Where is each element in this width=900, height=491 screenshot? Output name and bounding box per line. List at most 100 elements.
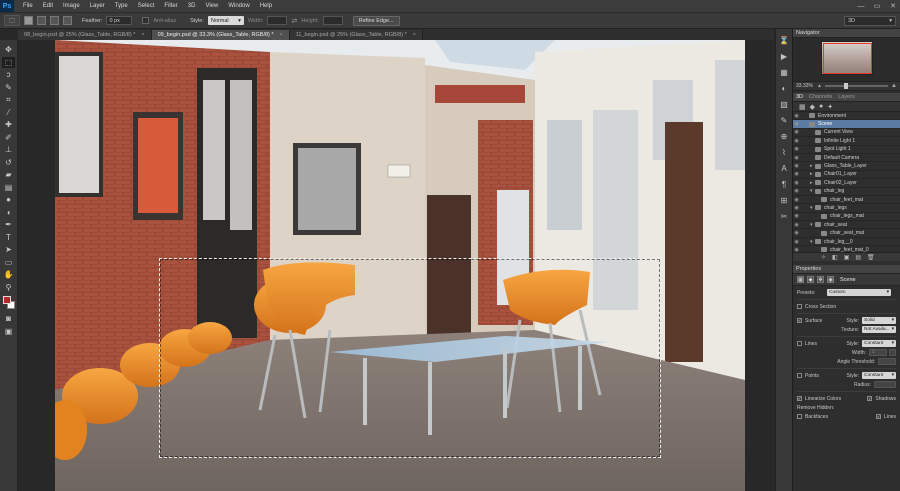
cross-section-checkbox[interactable] — [797, 304, 802, 309]
visibility-eye-icon[interactable]: ◉ — [793, 230, 800, 236]
add-selection-button[interactable] — [37, 16, 46, 25]
visibility-eye-icon[interactable]: ◉ — [793, 197, 800, 203]
history-brush-tool-icon[interactable]: ↺ — [2, 157, 15, 168]
crop-tool-icon[interactable]: ⌗ — [2, 94, 15, 105]
workspace-select[interactable]: 3D ▾ — [844, 16, 896, 26]
close-button[interactable]: ✕ — [888, 2, 898, 10]
scene-row[interactable]: ◉ ▾ chair_leg__0 — [793, 238, 900, 247]
lines-checkbox[interactable] — [797, 341, 802, 346]
scene-row[interactable]: ◉ Spot Light 1 — [793, 146, 900, 154]
menu-type[interactable]: Type — [110, 0, 133, 12]
angle-threshold-input[interactable] — [878, 358, 896, 365]
dodge-tool-icon[interactable]: ◖ — [2, 207, 15, 218]
new-object-icon[interactable]: ▤ — [855, 254, 861, 261]
color-swatches[interactable] — [2, 296, 16, 310]
visibility-eye-icon[interactable]: ◉ — [793, 138, 800, 144]
render-icon[interactable]: ▣ — [844, 254, 850, 261]
swap-icon[interactable]: ⇄ — [291, 17, 297, 25]
refine-edge-button[interactable]: Refine Edge... — [352, 15, 400, 26]
texture-select[interactable]: Not Availa... ▾ — [862, 326, 896, 333]
scene-row[interactable]: ◉ chair_legs_mat — [793, 213, 900, 222]
healing-brush-tool-icon[interactable]: ✚ — [2, 119, 15, 130]
menu-filter[interactable]: Filter — [159, 0, 182, 12]
feather-input[interactable]: 0 px — [106, 16, 133, 25]
visibility-eye-icon[interactable]: ◉ — [793, 121, 800, 127]
visibility-eye-icon[interactable]: ◉ — [793, 155, 800, 161]
surface-checkbox[interactable]: ✓ — [797, 318, 802, 323]
pen-tool-icon[interactable]: ✒ — [2, 219, 15, 230]
menu-layer[interactable]: Layer — [85, 0, 110, 12]
screen-mode-icon[interactable]: ▣ — [2, 326, 15, 337]
tab-layers[interactable]: Layers — [838, 94, 855, 100]
scene-row[interactable]: ◉ ▾ chair_legs — [793, 204, 900, 213]
add-constraint-icon[interactable]: ◧ — [832, 254, 838, 261]
scene-row[interactable]: ◉ ▸ Chair02_Layer — [793, 179, 900, 188]
foreground-color-swatch[interactable] — [2, 296, 11, 304]
path-selection-tool-icon[interactable]: ➤ — [2, 244, 15, 255]
scene-row[interactable]: ◉ chair_seat_mat — [793, 229, 900, 238]
visibility-eye-icon[interactable]: ◉ — [793, 247, 800, 252]
tool-preset-picker[interactable]: ⬚ — [4, 15, 20, 26]
character-icon[interactable]: A — [779, 163, 790, 174]
tab-3d[interactable]: 3D — [796, 94, 803, 100]
height-input[interactable] — [322, 16, 343, 25]
width-input[interactable]: 1 — [869, 349, 887, 356]
scene-row[interactable]: ◉ chair_feet_mat — [793, 196, 900, 205]
tool-presets-icon[interactable]: ✂ — [779, 211, 790, 222]
scene-tab-icon[interactable]: ▦ — [797, 276, 804, 283]
new-light-icon[interactable]: ✧ — [821, 254, 826, 261]
visibility-eye-icon[interactable]: ◉ — [793, 113, 800, 119]
quick-select-tool-icon[interactable]: ✎ — [2, 82, 15, 93]
mesh-tab-icon[interactable]: ◆ — [807, 276, 814, 283]
scene-row[interactable]: ◉ Environment — [793, 112, 900, 121]
points-style-select[interactable]: Constant ▾ — [862, 372, 896, 379]
scene-row[interactable]: ◉ ▸ Glass_Table_Layer — [793, 162, 900, 171]
eraser-tool-icon[interactable]: ▰ — [2, 169, 15, 180]
scene-row[interactable]: ◉ ▾ chair_leg — [793, 188, 900, 196]
zoom-level[interactable]: 33.33% — [796, 83, 814, 89]
light-filter-icon[interactable]: ✦ — [827, 103, 833, 111]
visibility-eye-icon[interactable]: ◉ — [793, 129, 800, 135]
width-stepper[interactable] — [889, 349, 896, 356]
view-box[interactable] — [823, 43, 872, 74]
visibility-eye-icon[interactable]: ◉ — [793, 163, 800, 169]
coordinates-tab-icon[interactable]: ✥ — [817, 276, 824, 283]
lines-style-select[interactable]: Constant ▾ — [862, 340, 896, 347]
visibility-eye-icon[interactable]: ◉ — [793, 180, 800, 186]
visibility-eye-icon[interactable]: ◉ — [793, 239, 800, 245]
close-icon[interactable]: × — [280, 32, 283, 38]
linearize-colors-checkbox[interactable]: ✓ — [797, 396, 802, 401]
adjustments-icon[interactable]: ◐ — [779, 83, 790, 94]
surface-style-select[interactable]: Solid ▾ — [862, 317, 896, 324]
visibility-eye-icon[interactable]: ◉ — [793, 171, 800, 177]
hand-tool-icon[interactable]: ✋ — [2, 269, 15, 280]
zoom-out-icon[interactable]: ▲ — [817, 83, 822, 89]
trash-icon[interactable]: 🗑 — [867, 254, 875, 261]
scene-row[interactable]: ◉ Current View — [793, 129, 900, 138]
visibility-eye-icon[interactable]: ◉ — [793, 213, 800, 219]
swatches-icon[interactable]: ▦ — [779, 67, 790, 78]
material-filter-icon[interactable]: ● — [819, 103, 823, 110]
radius-input[interactable] — [874, 381, 896, 388]
navigator-header[interactable]: Navigator — [793, 29, 900, 38]
tab-channels[interactable]: Channels — [809, 94, 832, 100]
paths-icon[interactable]: ⌇ — [779, 147, 790, 158]
clone-stamp-tool-icon[interactable]: ⊥ — [2, 144, 15, 155]
minimize-button[interactable]: — — [856, 3, 866, 10]
width-input[interactable] — [267, 16, 288, 25]
visibility-eye-icon[interactable]: ◉ — [793, 222, 800, 228]
visibility-eye-icon[interactable]: ◉ — [793, 146, 800, 152]
scene-row[interactable]: ◉ ▾ chair_seat — [793, 221, 900, 230]
close-icon[interactable]: × — [413, 32, 416, 38]
presets-select[interactable]: Custom ▾ — [827, 289, 891, 296]
intersect-selection-button[interactable] — [63, 16, 72, 25]
style-select[interactable]: Normal ▾ — [207, 16, 244, 25]
camera-tab-icon[interactable]: ◉ — [827, 276, 834, 283]
subtract-selection-button[interactable] — [50, 16, 59, 25]
paragraph-icon[interactable]: ¶ — [779, 179, 790, 190]
eyedropper-tool-icon[interactable]: ⁄ — [2, 107, 15, 118]
scene-filter-icon[interactable]: ▦ — [799, 103, 806, 111]
points-checkbox[interactable] — [797, 373, 802, 378]
menu-3d[interactable]: 3D — [183, 0, 201, 12]
restore-button[interactable]: ▭ — [872, 2, 882, 10]
